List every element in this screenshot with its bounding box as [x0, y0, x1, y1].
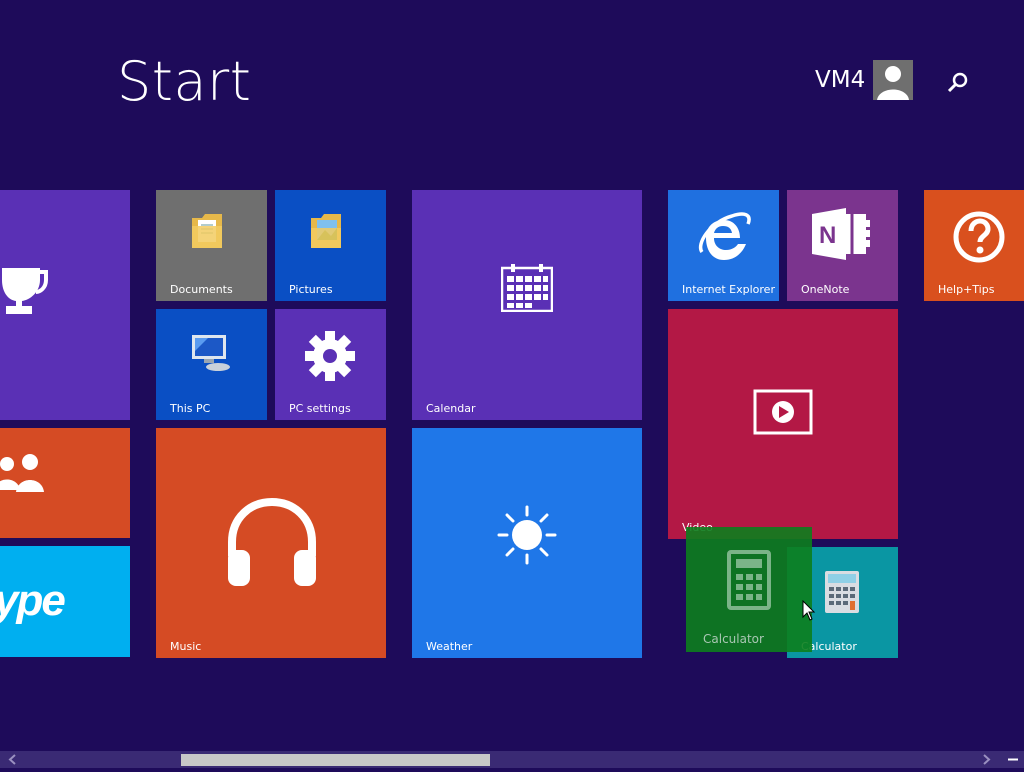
user-account[interactable]: VM4 [815, 60, 914, 100]
tile-label: OneNote [801, 283, 850, 296]
user-name: VM4 [815, 67, 866, 93]
pictures-tile[interactable]: Pictures [275, 190, 386, 301]
svg-text:N: N [819, 222, 836, 249]
people-tile[interactable] [0, 428, 130, 538]
onenote-tile[interactable]: N OneNote [787, 190, 898, 301]
mouse-cursor [802, 599, 816, 626]
documents-tile[interactable]: Documents [156, 190, 267, 301]
folder-icon [309, 212, 343, 254]
scroll-right-icon[interactable] [978, 751, 995, 768]
headphones-icon [226, 496, 318, 594]
pc-settings-tile[interactable]: PC settings [275, 309, 386, 420]
calculator-icon [727, 550, 771, 614]
horizontal-scrollbar[interactable] [0, 751, 1024, 768]
start-title: Start [117, 50, 252, 113]
calendar-tile[interactable]: Calendar [412, 190, 642, 420]
help-tips-tile[interactable]: Help+Tips [924, 190, 1024, 301]
tile-label: Internet Explorer [682, 283, 775, 296]
search-icon[interactable] [942, 68, 972, 98]
tile-label: PC settings [289, 402, 351, 415]
tile-label: This PC [170, 402, 211, 415]
user-avatar-icon [873, 60, 914, 100]
onenote-icon: N [812, 208, 872, 264]
gear-icon [303, 329, 357, 387]
skype-tile[interactable]: ype [0, 546, 130, 657]
zoom-out-icon[interactable] [1004, 751, 1021, 768]
music-tile[interactable]: Music [156, 428, 386, 658]
question-icon [952, 210, 1006, 268]
computer-icon [188, 333, 232, 377]
weather-tile[interactable]: Weather [412, 428, 642, 658]
video-tile[interactable]: Video [668, 309, 898, 539]
skype-logo: ype [0, 576, 66, 625]
tile-label: Help+Tips [938, 283, 995, 296]
scroll-left-icon[interactable] [4, 751, 21, 768]
this-pc-tile[interactable]: This PC [156, 309, 267, 420]
people-icon [0, 450, 46, 498]
games-tile[interactable] [0, 190, 130, 420]
tile-label: Pictures [289, 283, 333, 296]
scroll-thumb[interactable] [181, 754, 490, 766]
internet-explorer-tile[interactable]: Internet Explorer [668, 190, 779, 301]
calculator-icon [825, 571, 859, 617]
tile-label: Calculator [703, 632, 764, 646]
calculator-tile-dragging[interactable]: Calculator [686, 527, 812, 652]
trophy-icon [0, 266, 50, 320]
internet-explorer-icon [696, 208, 752, 268]
video-play-icon [753, 389, 813, 439]
sun-icon [497, 505, 557, 569]
tile-label: Weather [426, 640, 473, 653]
calendar-icon [500, 264, 554, 316]
folder-icon [190, 212, 224, 254]
tile-label: Music [170, 640, 202, 653]
tile-label: Documents [170, 283, 233, 296]
tile-label: Calendar [426, 402, 476, 415]
